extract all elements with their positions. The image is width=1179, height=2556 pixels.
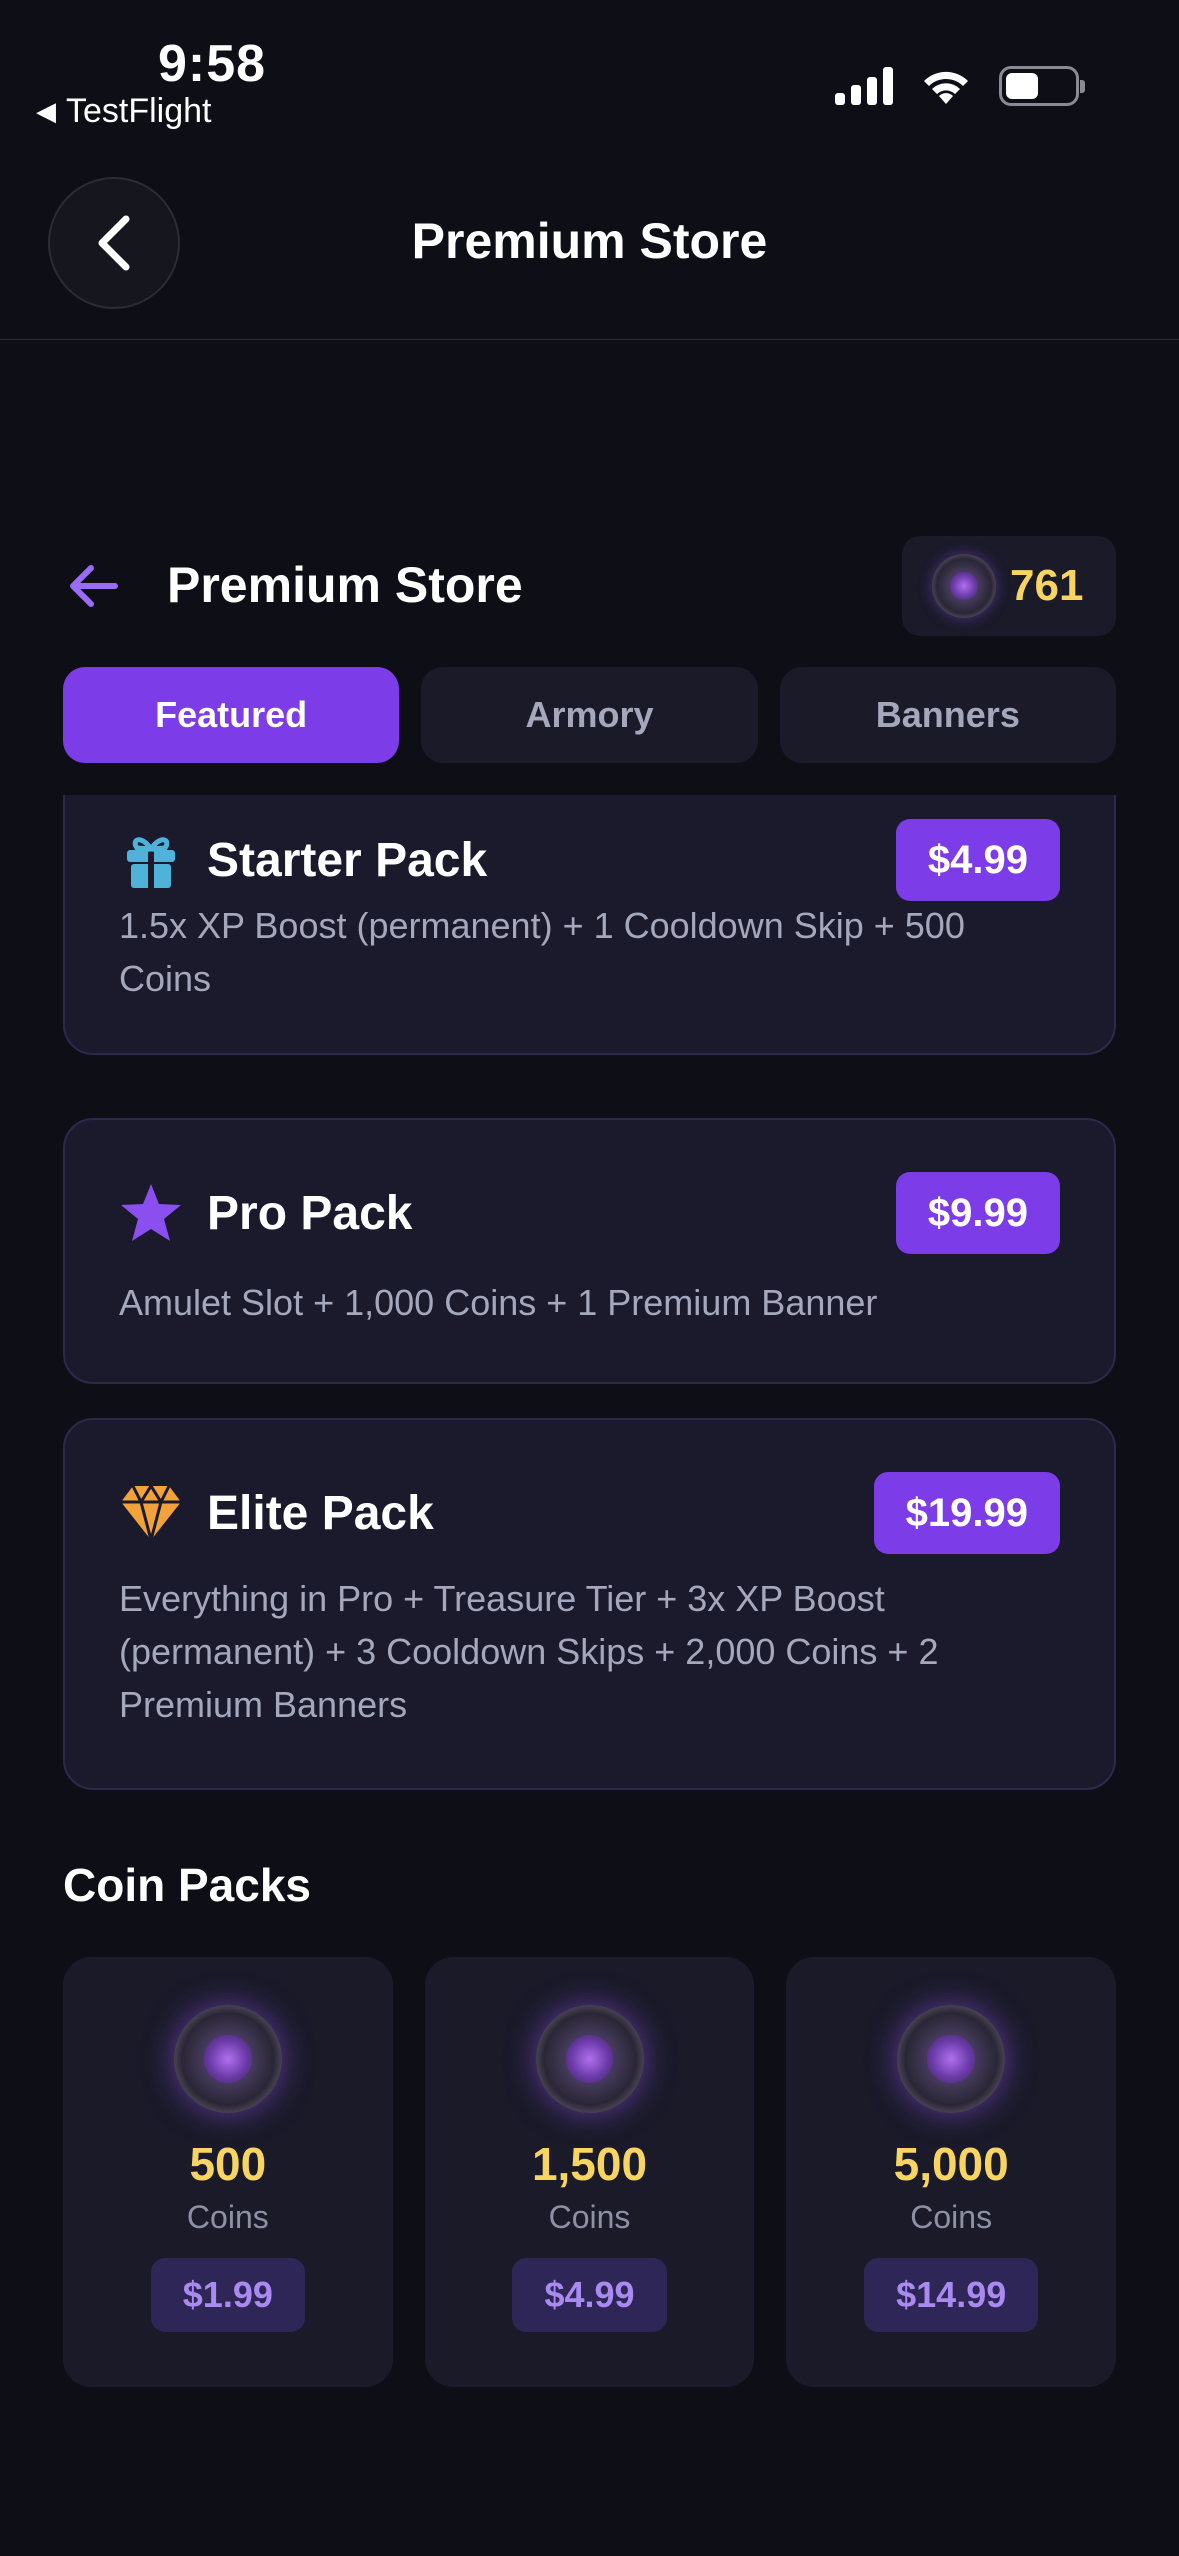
- status-time: 9:58: [158, 35, 267, 93]
- coin-pack-unit: Coins: [186, 2199, 269, 2235]
- star-icon: [119, 1181, 183, 1245]
- pack-name: Pro Pack: [207, 1186, 413, 1240]
- coin-packs-row: 500 Coins $1.99 1,500 Coins $4.99 5,000 …: [63, 1957, 1117, 2387]
- buy-elite-pack-button[interactable]: $19.99: [873, 1472, 1060, 1554]
- coin-pack-card[interactable]: 5,000 Coins $14.99: [786, 1957, 1117, 2387]
- pack-card-pro[interactable]: Pro Pack $9.99 Amulet Slot + 1,000 Coins…: [63, 1118, 1116, 1384]
- pack-name: Starter Pack: [207, 833, 488, 887]
- coin-balance-badge: 761: [902, 536, 1116, 636]
- diamond-icon: [119, 1481, 183, 1545]
- pack-description: Everything in Pro + Treasure Tier + 3x X…: [119, 1578, 939, 1725]
- coin-pack-price-button[interactable]: $4.99: [512, 2258, 667, 2332]
- cellular-signal-icon: [835, 67, 893, 105]
- pack-description: 1.5x XP Boost (permanent) + 1 Cooldown S…: [119, 905, 965, 999]
- coin-pack-amount: 1,500: [531, 2138, 648, 2190]
- store-title: Premium Store: [167, 557, 523, 613]
- coin-pack-unit: Coins: [910, 2199, 993, 2235]
- coin-balance: 761: [1010, 561, 1084, 610]
- coin-pack-card[interactable]: 500 Coins $1.99: [63, 1957, 393, 2387]
- back-app-label: TestFlight: [66, 92, 212, 130]
- coin-pack-price-button[interactable]: $1.99: [150, 2258, 305, 2332]
- coin-icon: [897, 2005, 1006, 2113]
- pack-description: Amulet Slot + 1,000 Coins + 1 Premium Ba…: [119, 1282, 878, 1323]
- gift-icon: [119, 828, 183, 892]
- pack-card-elite[interactable]: Elite Pack $19.99 Everything in Pro + Tr…: [63, 1418, 1116, 1790]
- coin-icon: [173, 2005, 282, 2113]
- coin-icon: [932, 554, 996, 618]
- navigation-bar: Premium Store: [0, 160, 1179, 340]
- pack-name: Elite Pack: [207, 1486, 434, 1540]
- coin-pack-price-button[interactable]: $14.99: [864, 2258, 1039, 2332]
- coin-pack-amount: 500: [189, 2138, 267, 2190]
- status-bar: 9:58 ◀ TestFlight: [0, 0, 1179, 140]
- nav-title: Premium Store: [411, 213, 768, 269]
- buy-pro-pack-button[interactable]: $9.99: [895, 1172, 1060, 1254]
- status-icons: [835, 66, 1085, 106]
- buy-starter-pack-button[interactable]: $4.99: [895, 819, 1060, 901]
- wifi-icon: [924, 71, 968, 104]
- battery-icon: [999, 66, 1085, 106]
- coin-pack-unit: Coins: [548, 2199, 631, 2235]
- coin-icon: [535, 2005, 644, 2113]
- tab-banners[interactable]: Banners: [779, 667, 1116, 763]
- coin-pack-card[interactable]: 1,500 Coins $4.99: [424, 1957, 755, 2387]
- store-header: Premium Store 761: [63, 536, 1116, 636]
- pack-card-starter[interactable]: Starter Pack $4.99 1.5x XP Boost (perman…: [63, 795, 1116, 1055]
- tab-featured[interactable]: Featured: [63, 667, 400, 763]
- back-to-testflight[interactable]: ◀ TestFlight: [36, 92, 212, 131]
- arrow-left-icon[interactable]: [63, 556, 123, 616]
- tab-armory[interactable]: Armory: [421, 667, 758, 763]
- coin-pack-amount: 5,000: [893, 2138, 1009, 2190]
- store-tabs: Featured Armory Banners: [63, 667, 1116, 763]
- back-triangle-icon: ◀: [36, 96, 56, 126]
- coin-packs-heading: Coin Packs: [63, 1859, 311, 1911]
